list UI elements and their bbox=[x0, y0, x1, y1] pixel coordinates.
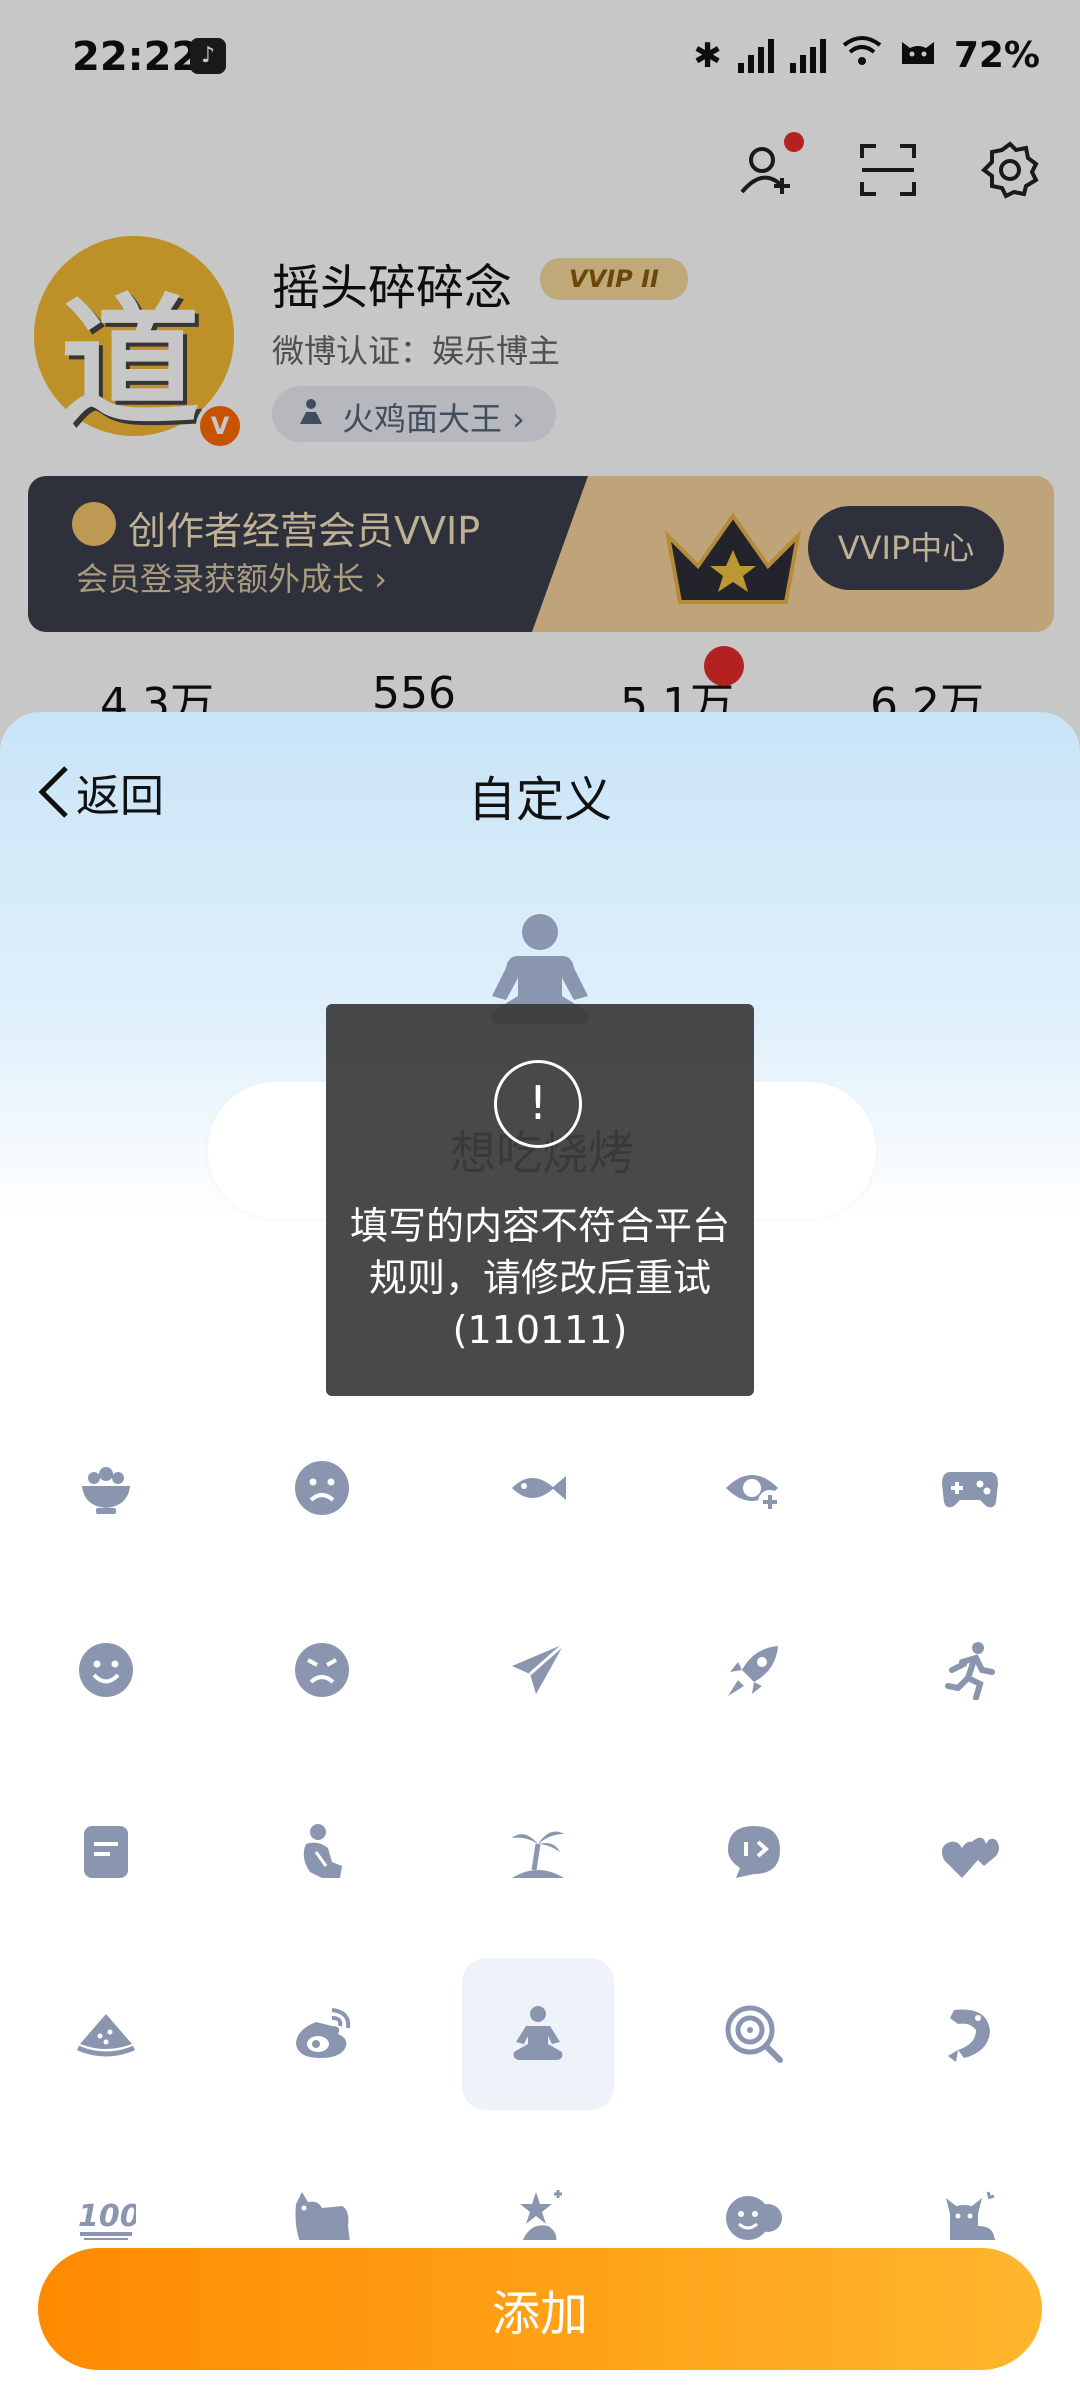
icon-option[interactable] bbox=[678, 1776, 830, 1928]
toast-message: 填写的内容不符合平台 规则，请修改后重试 (110111) bbox=[346, 1200, 734, 1356]
icon-option[interactable] bbox=[30, 1958, 182, 2110]
icon-option[interactable] bbox=[246, 2140, 398, 2240]
icon-option[interactable] bbox=[462, 1412, 614, 1564]
icon-option[interactable] bbox=[246, 1776, 398, 1928]
hearts-icon bbox=[942, 1837, 999, 1878]
hundred-icon: 100 bbox=[78, 2199, 136, 2240]
alert-icon: ! bbox=[494, 1060, 582, 1148]
icon-option[interactable] bbox=[462, 1594, 614, 1746]
icon-option[interactable] bbox=[678, 1594, 830, 1746]
watermelon-icon bbox=[77, 2014, 135, 2057]
angry-face-icon bbox=[295, 1643, 349, 1697]
icon-option[interactable] bbox=[894, 1776, 1046, 1928]
icon-option[interactable] bbox=[30, 1594, 182, 1746]
sitting-person-icon bbox=[303, 1824, 342, 1878]
icon-option[interactable] bbox=[894, 1412, 1046, 1564]
rocket-icon bbox=[728, 1646, 778, 1696]
add-button[interactable]: 添加 bbox=[38, 2248, 1042, 2370]
icon-option[interactable] bbox=[30, 1776, 182, 1928]
icon-option[interactable] bbox=[462, 2140, 614, 2240]
cat-lying-icon bbox=[295, 2192, 350, 2240]
toast-line-1: 填写的内容不符合平台 bbox=[349, 1204, 730, 1248]
star-person-icon bbox=[520, 2190, 562, 2240]
palm-island-icon bbox=[512, 1831, 564, 1878]
sad-face-icon bbox=[295, 1461, 349, 1515]
svg-text:100: 100 bbox=[78, 2199, 136, 2234]
shark-icon bbox=[948, 2009, 990, 2062]
icon-option[interactable] bbox=[894, 2140, 1046, 2240]
icon-option[interactable] bbox=[894, 1594, 1046, 1746]
icon-option[interactable] bbox=[246, 1594, 398, 1746]
rice-bowl-icon bbox=[82, 1467, 130, 1514]
running-icon bbox=[945, 1642, 995, 1700]
icon-option[interactable] bbox=[678, 1958, 830, 2110]
smile-face-icon bbox=[79, 1643, 133, 1697]
icon-option[interactable] bbox=[462, 1776, 614, 1928]
icon-option[interactable] bbox=[246, 1958, 398, 2110]
lollipop-icon bbox=[725, 2005, 783, 2063]
note-icon bbox=[84, 1826, 128, 1878]
gamepad-icon bbox=[942, 1472, 998, 1508]
fish-icon bbox=[512, 1476, 566, 1500]
chat-bubble-icon bbox=[728, 1826, 780, 1878]
toast-line-2: 规则，请修改后重试 bbox=[368, 1256, 711, 1300]
icon-option[interactable] bbox=[894, 1958, 1046, 2110]
black-cat-icon bbox=[946, 2191, 996, 2240]
eye-plus-icon bbox=[726, 1475, 782, 1514]
icon-option[interactable] bbox=[678, 2140, 830, 2240]
custom-title-sheet: 返回 自定义 100 添加 bbox=[0, 712, 1080, 2400]
double-face-icon bbox=[726, 2196, 782, 2240]
sheet-title: 自定义 bbox=[467, 772, 612, 828]
icon-option[interactable] bbox=[462, 1958, 614, 2110]
error-toast: ! 填写的内容不符合平台 规则，请修改后重试 (110111) bbox=[326, 1004, 754, 1396]
meditation-icon bbox=[513, 2006, 563, 2060]
icon-option[interactable] bbox=[30, 1412, 182, 1564]
icon-option[interactable] bbox=[246, 1412, 398, 1564]
toast-line-3: (110111) bbox=[452, 1308, 628, 1352]
icon-option[interactable]: 100 bbox=[30, 2140, 182, 2240]
paper-plane-icon bbox=[512, 1642, 565, 1694]
icon-option[interactable] bbox=[678, 1412, 830, 1564]
weibo-icon bbox=[296, 2008, 351, 2058]
